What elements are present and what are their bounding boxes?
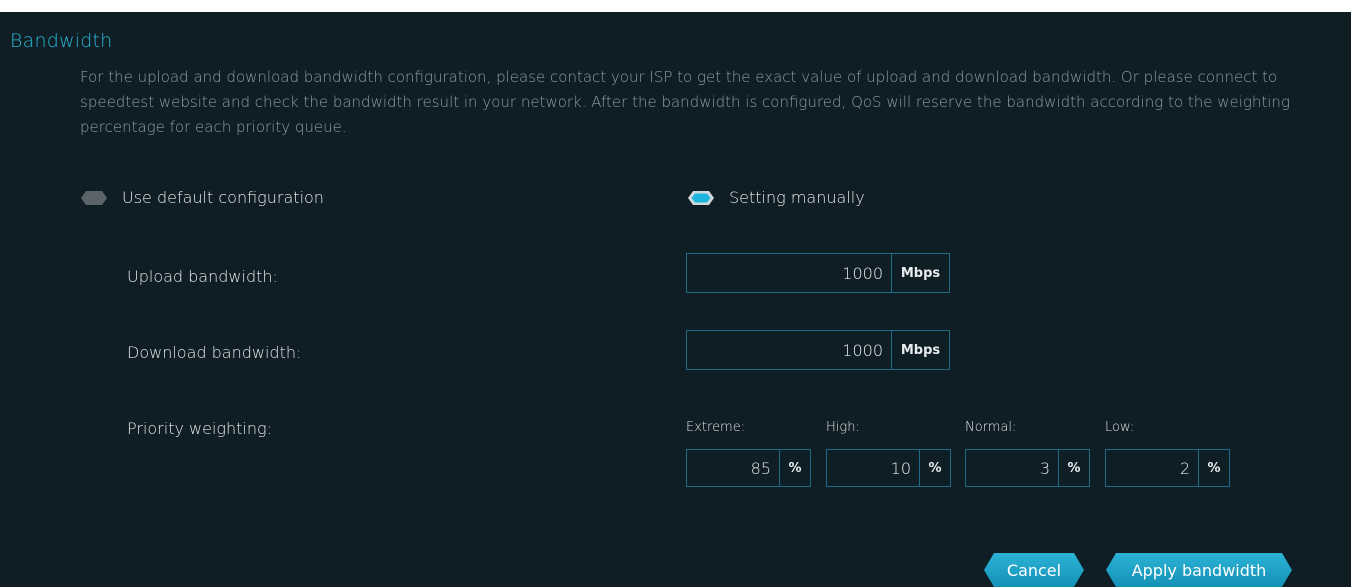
priority-normal-input[interactable] [966,450,1058,486]
radio-setting-manually[interactable]: Setting manually [687,188,865,207]
priority-low-input[interactable] [1106,450,1198,486]
priority-high-unit: % [919,450,950,486]
section-title: Bandwidth [10,30,113,52]
priority-extreme-input[interactable] [687,450,779,486]
upload-bandwidth-input[interactable] [687,254,891,292]
priority-high-field: % [826,449,951,487]
priority-normal-label: Normal: [965,420,1017,435]
priority-normal-field: % [965,449,1090,487]
radio-off-icon [80,190,108,206]
download-bandwidth-input[interactable] [687,331,891,369]
priority-low-label: Low: [1105,420,1135,435]
priority-extreme-label: Extreme: [686,420,746,435]
upload-unit: Mbps [891,254,949,292]
priority-high-input[interactable] [827,450,919,486]
priority-extreme-field: % [686,449,811,487]
priority-low-unit: % [1198,450,1229,486]
radio-on-icon [687,190,715,206]
priority-normal-unit: % [1058,450,1089,486]
radio-default-configuration[interactable]: Use default configuration [80,188,324,207]
bandwidth-panel: Bandwidth For the upload and download ba… [0,12,1351,587]
download-bandwidth-field: Mbps [686,330,950,370]
download-bandwidth-label: Download bandwidth: [127,343,302,362]
priority-weighting-label: Priority weighting: [127,419,272,438]
priority-low-field: % [1105,449,1230,487]
radio-default-label: Use default configuration [122,188,324,207]
section-description: For the upload and download bandwidth co… [80,68,1290,136]
upload-bandwidth-label: Upload bandwidth: [127,267,278,286]
apply-bandwidth-button[interactable]: Apply bandwidth [1106,553,1292,587]
upload-bandwidth-field: Mbps [686,253,950,293]
download-unit: Mbps [891,331,949,369]
priority-extreme-unit: % [779,450,810,486]
cancel-button[interactable]: Cancel [984,553,1084,587]
priority-high-label: High: [826,420,860,435]
radio-manual-label: Setting manually [729,188,865,207]
